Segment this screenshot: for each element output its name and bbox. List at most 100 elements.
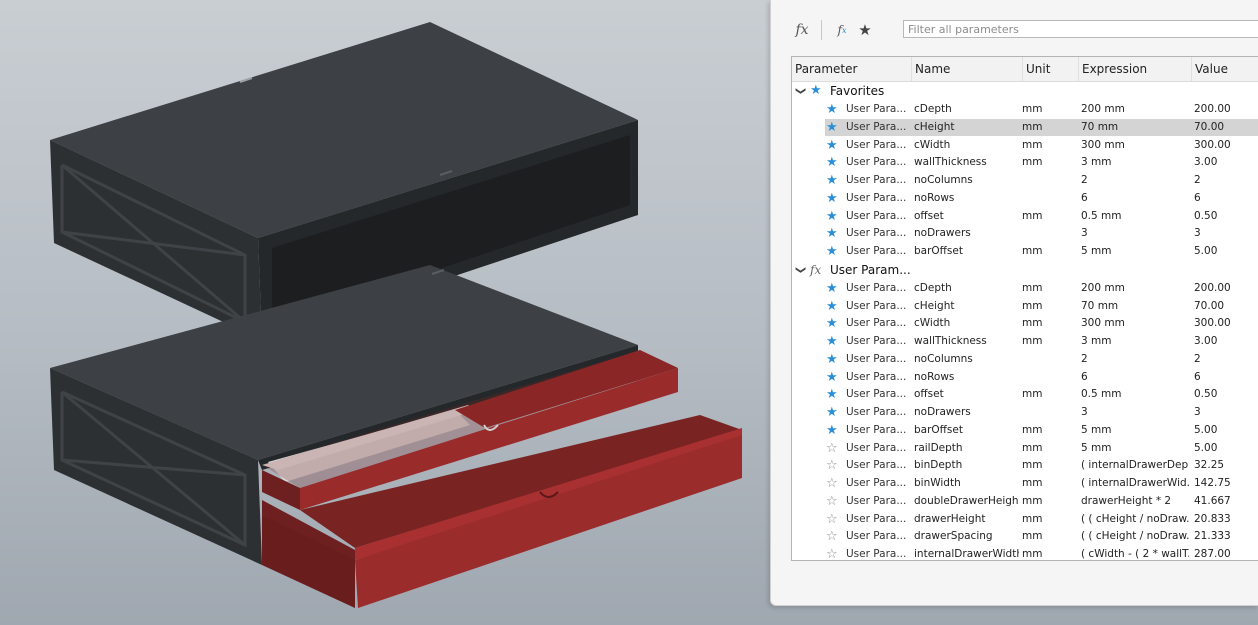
- parameter-expression[interactable]: 6: [1081, 190, 1189, 208]
- favorite-star-icon[interactable]: ★: [826, 404, 842, 422]
- favorite-star-icon[interactable]: ★: [826, 386, 842, 404]
- favorite-star-icon[interactable]: ★: [826, 369, 842, 387]
- favorite-star-icon[interactable]: ★: [826, 154, 842, 172]
- parameter-expression[interactable]: 70 mm: [1081, 298, 1189, 316]
- chevron-down-icon[interactable]: ❯: [792, 266, 809, 274]
- parameter-expression[interactable]: 200 mm: [1081, 101, 1189, 119]
- parameter-expression[interactable]: 0.5 mm: [1081, 208, 1189, 226]
- favorite-star-icon[interactable]: ★: [826, 208, 842, 226]
- star-outline-icon[interactable]: ☆: [826, 511, 842, 529]
- table-row[interactable]: ★ User Para... cDepth mm 200 mm 200.00: [792, 280, 1258, 298]
- table-row[interactable]: ★ User Para... cHeight mm 70 mm 70.00: [792, 118, 1258, 137]
- favorite-star-icon[interactable]: ★: [826, 333, 842, 351]
- column-header-name[interactable]: Name: [911, 57, 1022, 81]
- favorite-star-icon[interactable]: ★: [826, 137, 842, 155]
- table-row[interactable]: ★ User Para... cHeight mm 70 mm 70.00: [792, 298, 1258, 316]
- parameter-expression[interactable]: 200 mm: [1081, 280, 1189, 298]
- parameter-expression[interactable]: 3 mm: [1081, 333, 1189, 351]
- favorite-star-icon[interactable]: ★: [826, 172, 842, 190]
- column-header-parameter[interactable]: Parameter: [792, 57, 911, 81]
- star-outline-icon[interactable]: ☆: [826, 475, 842, 493]
- table-row[interactable]: ★ User Para... offset mm 0.5 mm 0.50: [792, 208, 1258, 226]
- parameter-expression[interactable]: 300 mm: [1081, 315, 1189, 333]
- parameter-unit[interactable]: mm: [1022, 208, 1072, 226]
- table-row[interactable]: ★ User Para... noColumns 2 2: [792, 172, 1258, 190]
- favorite-star-icon[interactable]: ★: [826, 190, 842, 208]
- table-row[interactable]: ☆ User Para... binDepth mm ( internalDrawerD…: [792, 457, 1258, 475]
- parameter-unit[interactable]: mm: [1022, 101, 1072, 119]
- table-row[interactable]: ★ User Para... cDepth mm 200 mm 200.00: [792, 101, 1258, 119]
- parameter-unit[interactable]: mm: [1022, 546, 1072, 560]
- fx-user-icon[interactable]: fx: [831, 20, 853, 40]
- table-row[interactable]: ★ User Para... noRows 6 6: [792, 369, 1258, 387]
- parameter-expression[interactable]: 2: [1081, 351, 1189, 369]
- parameter-expression[interactable]: ( cWidth - ( 2 * wallT...: [1081, 546, 1189, 560]
- table-row[interactable]: ★ User Para... noRows 6 6: [792, 190, 1258, 208]
- table-row[interactable]: ☆ User Para... drawerSpacing mm ( ( cHeight …: [792, 528, 1258, 546]
- parameter-expression[interactable]: ( internalDrawerDep...: [1081, 457, 1189, 475]
- model-viewport[interactable]: [0, 0, 770, 625]
- parameter-expression[interactable]: 3 mm: [1081, 154, 1189, 172]
- column-header-unit[interactable]: Unit: [1022, 57, 1078, 81]
- table-row[interactable]: ★ User Para... cWidth mm 300 mm 300.00: [792, 137, 1258, 155]
- parameter-expression[interactable]: 70 mm: [1081, 119, 1189, 137]
- table-row[interactable]: ★ User Para... barOffset mm 5 mm 5.00: [792, 243, 1258, 261]
- table-row[interactable]: ☆ User Para... binWidth mm ( internalDrawerW…: [792, 475, 1258, 493]
- parameter-expression[interactable]: 6: [1081, 369, 1189, 387]
- table-row[interactable]: ★ User Para... noDrawers 3 3: [792, 225, 1258, 243]
- parameter-expression[interactable]: ( internalDrawerWid...: [1081, 475, 1189, 493]
- table-row[interactable]: ★ User Para... offset mm 0.5 mm 0.50: [792, 386, 1258, 404]
- favorite-star-icon[interactable]: ★: [826, 351, 842, 369]
- parameter-unit[interactable]: mm: [1022, 511, 1072, 529]
- parameter-expression[interactable]: 3: [1081, 404, 1189, 422]
- favorite-star-icon[interactable]: ★: [826, 315, 842, 333]
- parameter-unit[interactable]: mm: [1022, 333, 1072, 351]
- column-header-expression[interactable]: Expression: [1078, 57, 1191, 81]
- fx-icon[interactable]: fx: [791, 20, 813, 40]
- parameter-unit[interactable]: mm: [1022, 528, 1072, 546]
- chevron-down-icon[interactable]: ❯: [792, 87, 809, 95]
- group-favorites[interactable]: ❯ ★ Favorites: [792, 82, 1258, 100]
- parameter-unit[interactable]: mm: [1022, 137, 1072, 155]
- parameter-unit[interactable]: mm: [1022, 315, 1072, 333]
- favorite-star-icon[interactable]: ★: [826, 298, 842, 316]
- star-icon[interactable]: ★: [854, 20, 876, 40]
- parameter-expression[interactable]: 5 mm: [1081, 440, 1189, 458]
- parameter-unit[interactable]: mm: [1022, 119, 1072, 137]
- parameter-expression[interactable]: 2: [1081, 172, 1189, 190]
- table-row[interactable]: ★ User Para... wallThickness mm 3 mm 3.00: [792, 333, 1258, 351]
- parameter-expression[interactable]: 0.5 mm: [1081, 386, 1189, 404]
- table-row[interactable]: ★ User Para... wallThickness mm 3 mm 3.00: [792, 154, 1258, 172]
- table-row[interactable]: ☆ User Para... railDepth mm 5 mm 5.00: [792, 440, 1258, 458]
- table-row[interactable]: ☆ User Para... doubleDrawerHeight mm drawerH…: [792, 493, 1258, 511]
- table-row[interactable]: ☆ User Para... internalDrawerWidth mm ( cWid…: [792, 546, 1258, 560]
- star-outline-icon[interactable]: ☆: [826, 493, 842, 511]
- parameter-unit[interactable]: mm: [1022, 440, 1072, 458]
- cabinet-model[interactable]: [0, 0, 770, 625]
- parameter-unit[interactable]: mm: [1022, 493, 1072, 511]
- parameter-expression[interactable]: ( ( cHeight / noDraw...: [1081, 528, 1189, 546]
- parameter-expression[interactable]: drawerHeight * 2: [1081, 493, 1189, 511]
- favorite-star-icon[interactable]: ★: [826, 280, 842, 298]
- column-header-value[interactable]: Value: [1191, 57, 1258, 81]
- table-row[interactable]: ★ User Para... barOffset mm 5 mm 5.00: [792, 422, 1258, 440]
- table-row[interactable]: ★ User Para... noDrawers 3 3: [792, 404, 1258, 422]
- parameter-unit[interactable]: mm: [1022, 280, 1072, 298]
- parameter-expression[interactable]: ( ( cHeight / noDraw...: [1081, 511, 1189, 529]
- filter-parameters-input[interactable]: [903, 20, 1258, 38]
- parameter-unit[interactable]: mm: [1022, 154, 1072, 172]
- parameter-unit[interactable]: mm: [1022, 457, 1072, 475]
- parameter-expression[interactable]: 5 mm: [1081, 243, 1189, 261]
- favorite-star-icon[interactable]: ★: [826, 101, 842, 119]
- parameter-expression[interactable]: 3: [1081, 225, 1189, 243]
- favorite-star-icon[interactable]: ★: [826, 119, 842, 137]
- table-row[interactable]: ★ User Para... cWidth mm 300 mm 300.00: [792, 315, 1258, 333]
- table-row[interactable]: ☆ User Para... drawerHeight mm ( ( cHeight /…: [792, 511, 1258, 529]
- parameter-unit[interactable]: mm: [1022, 475, 1072, 493]
- favorite-star-icon[interactable]: ★: [826, 225, 842, 243]
- table-row[interactable]: ★ User Para... noColumns 2 2: [792, 351, 1258, 369]
- parameter-unit[interactable]: mm: [1022, 422, 1072, 440]
- star-outline-icon[interactable]: ☆: [826, 528, 842, 546]
- favorite-star-icon[interactable]: ★: [826, 422, 842, 440]
- parameter-unit[interactable]: mm: [1022, 386, 1072, 404]
